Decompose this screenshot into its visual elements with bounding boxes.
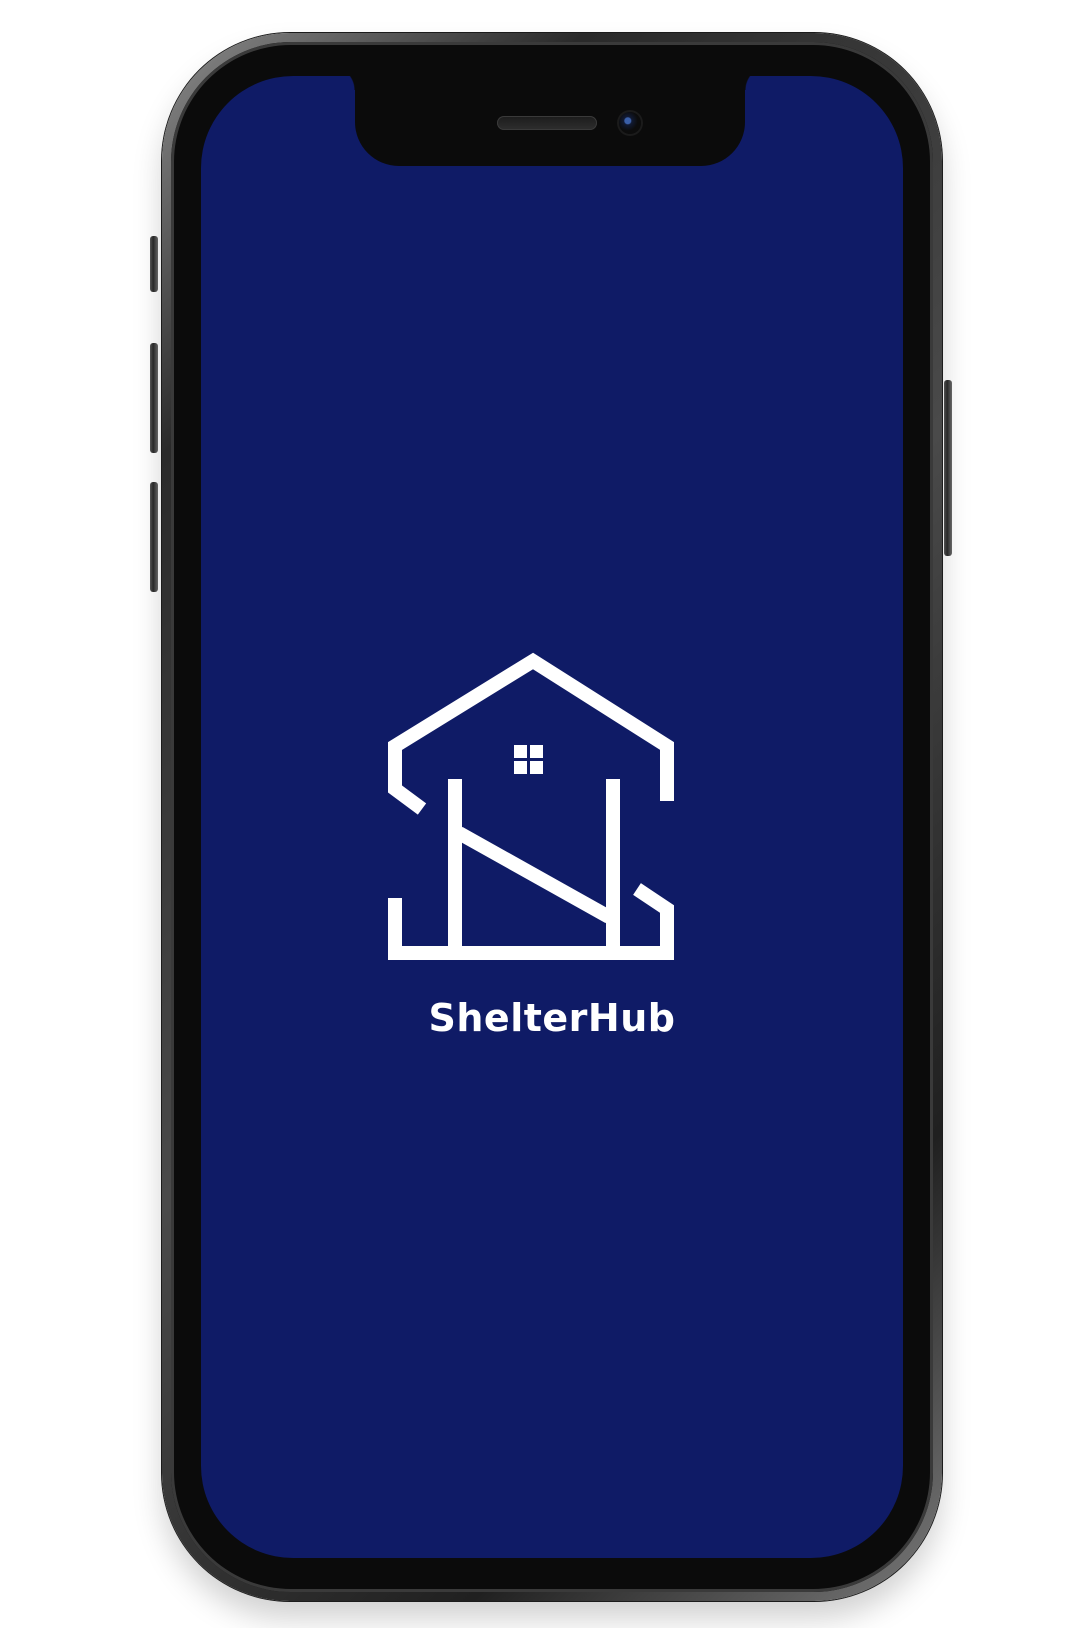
- earpiece-speaker: [497, 116, 597, 130]
- brand-lockup: ShelterHub: [201, 76, 903, 1558]
- splash-screen[interactable]: ShelterHub: [201, 76, 903, 1558]
- notch: [331, 66, 769, 166]
- volume-up-button: [150, 343, 158, 453]
- volume-down-button: [150, 482, 158, 592]
- power-button: [944, 380, 952, 556]
- app-name: ShelterHub: [428, 996, 676, 1040]
- shelterhub-house-logo-icon: [388, 652, 674, 960]
- front-camera: [619, 112, 641, 134]
- phone-frame: ShelterHub: [162, 33, 942, 1601]
- silent-switch: [150, 236, 158, 292]
- device-mockup: ShelterHub: [0, 0, 1076, 1628]
